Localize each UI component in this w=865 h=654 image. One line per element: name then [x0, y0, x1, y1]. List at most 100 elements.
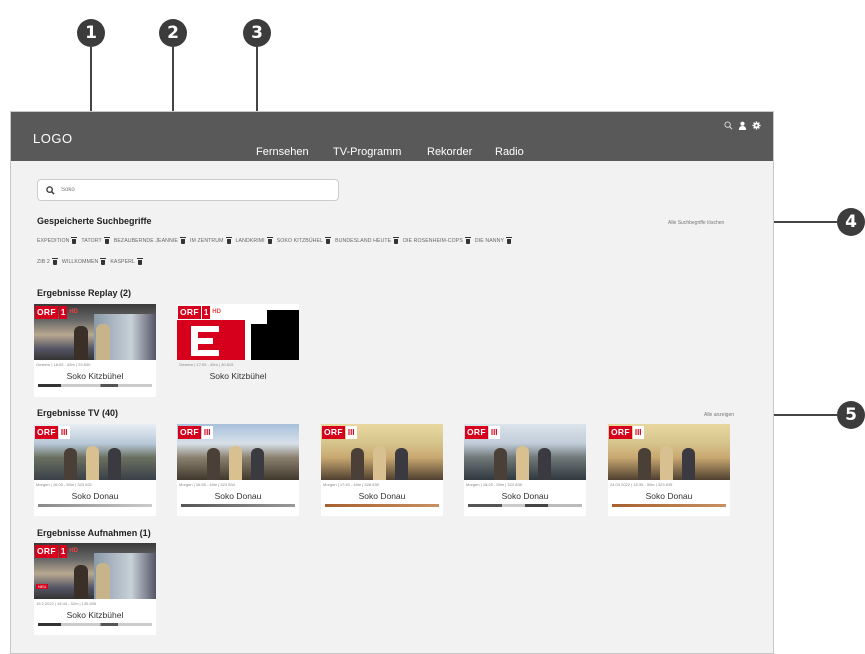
- saved-search-label: IM ZENTRUM: [189, 238, 224, 244]
- trash-icon[interactable]: [325, 237, 332, 244]
- saved-searches-row-2: ZIB 2 WILLKOMMEN KASPERL: [37, 258, 147, 265]
- tv-progress: [468, 504, 582, 507]
- saved-search-chip[interactable]: EXPEDITION: [37, 237, 78, 244]
- replay-meta: Gestern | 17:05 - 45m | 30 815: [179, 362, 234, 367]
- trash-icon[interactable]: [100, 258, 107, 265]
- tv-thumbnail: ORF III: [464, 424, 586, 480]
- user-icon[interactable]: [738, 121, 747, 130]
- top-header: LOGO Fernsehen TV-Programm Rekorder Radi…: [11, 112, 773, 161]
- saved-search-label: DIE ROSENHEIM-COPS: [403, 238, 463, 244]
- tv-meta: 24.03.2022 | 15:35 - 50m | 323 835: [610, 482, 673, 487]
- nav-radio[interactable]: Radio: [495, 146, 524, 158]
- saved-searches-heading: Gespeicherte Suchbegriffe: [37, 216, 152, 226]
- saved-search-chip[interactable]: ZIB 2: [37, 258, 58, 265]
- nav-tv-programm[interactable]: TV-Programm: [333, 146, 401, 158]
- clear-all-searches-link[interactable]: Alle Suchbegriffe löschen: [668, 220, 724, 226]
- saved-search-label: BUNDESLAND HEUTE: [335, 238, 392, 244]
- replay-thumbnail-placeholder: ORF 1 HD: [177, 304, 299, 360]
- recording-card[interactable]: ORF 1 HD NEU 19.2.2022 | 15:44 - 52m | 135…: [34, 543, 156, 635]
- replay-thumbnail: ORF 1 HD: [34, 304, 156, 360]
- tv-meta: Morgen | 16:55 - 45m | 323 834: [179, 482, 235, 487]
- saved-search-label: TATORT: [81, 238, 102, 244]
- saved-search-chip[interactable]: BEZAUBERNDE JEANNIE: [113, 237, 186, 244]
- saved-search-chip[interactable]: DIE NANNY: [474, 237, 513, 244]
- orf3-logo: ORF III: [35, 426, 70, 439]
- tv-result-card[interactable]: ORF III Morgen | 18:25 - 55m | 323 838 Soko…: [464, 424, 586, 516]
- trash-icon[interactable]: [225, 237, 232, 244]
- trash-icon[interactable]: [266, 237, 273, 244]
- header-icons: [724, 121, 761, 130]
- saved-search-label: KASPERL: [110, 259, 135, 265]
- recording-title: Soko Kitzbühel: [66, 610, 124, 620]
- tv-title: Soko Donau: [501, 491, 549, 501]
- tv-thumbnail: ORF III: [177, 424, 299, 480]
- app-window: LOGO Fernsehen TV-Programm Rekorder Radi…: [10, 111, 774, 654]
- search-icon: [46, 185, 55, 195]
- saved-search-label: EXPEDITION: [37, 238, 70, 244]
- replay-results-heading: Ergebnisse Replay (2): [37, 288, 132, 298]
- saved-search-chip[interactable]: BUNDESLAND HEUTE: [335, 237, 400, 244]
- replay-title: Soko Kitzbühel: [209, 371, 267, 381]
- tv-result-card[interactable]: ORF III Morgen | 16:55 - 45m | 323 834 Soko…: [177, 424, 299, 516]
- recordings-results-heading: Ergebnisse Aufnahmen (1): [37, 528, 151, 538]
- trash-icon[interactable]: [71, 237, 78, 244]
- trash-icon[interactable]: [179, 237, 186, 244]
- callout-1: 1: [77, 19, 105, 47]
- tv-meta: Morgen | 18:25 - 55m | 323 838: [466, 482, 522, 487]
- saved-search-chip[interactable]: IM ZENTRUM: [189, 237, 232, 244]
- replay-card[interactable]: ORF 1 HD Gestern | 17:05 - 45m | 30 815 So…: [177, 304, 299, 390]
- search-icon[interactable]: [724, 121, 733, 130]
- saved-search-label: WILLKOMMEN: [61, 259, 99, 265]
- nav-rekorder[interactable]: Rekorder: [427, 146, 472, 158]
- trash-icon[interactable]: [137, 258, 143, 265]
- saved-search-chip[interactable]: SOKO KITZBÜHEL: [276, 237, 332, 244]
- saved-search-chip[interactable]: TATORT: [81, 237, 110, 244]
- saved-search-chip[interactable]: WILLKOMMEN: [61, 258, 107, 265]
- trash-icon[interactable]: [464, 237, 471, 244]
- tv-title: Soko Donau: [71, 491, 119, 501]
- search-field[interactable]: [37, 179, 339, 201]
- callout-5: 5: [837, 401, 865, 429]
- saved-search-chip[interactable]: DIE ROSENHEIM-COPS: [403, 237, 471, 244]
- trash-icon[interactable]: [103, 237, 110, 244]
- logo[interactable]: LOGO: [33, 131, 73, 146]
- callout-4: 4: [837, 208, 865, 236]
- replay-card[interactable]: ORF 1 HD Gestern | 16:05 - 45m | 29 830 So…: [34, 304, 156, 397]
- gear-icon[interactable]: [752, 121, 761, 130]
- replay-title: Soko Kitzbühel: [66, 371, 124, 381]
- tv-thumbnail: ORF III: [321, 424, 443, 480]
- saved-search-label: SOKO KITZBÜHEL: [276, 238, 324, 244]
- show-all-tv-link[interactable]: Alle anzeigen: [704, 412, 734, 418]
- recording-thumbnail: ORF 1 HD NEU: [34, 543, 156, 599]
- orf3-logo: ORF III: [178, 426, 213, 439]
- new-badge: NEU: [36, 584, 49, 589]
- tv-thumbnail: ORF III: [608, 424, 730, 480]
- trash-icon[interactable]: [506, 237, 513, 244]
- callout-2: 2: [159, 19, 187, 47]
- saved-search-label: BEZAUBERNDE JEANNIE: [113, 238, 178, 244]
- tv-progress: [612, 504, 726, 507]
- trash-icon[interactable]: [51, 258, 58, 265]
- nav-fernsehen[interactable]: Fernsehen: [256, 146, 309, 158]
- saved-search-label: LANDKRIMI: [235, 238, 265, 244]
- tv-result-card[interactable]: ORF III 24.03.2022 | 15:35 - 50m | 323 835…: [608, 424, 730, 516]
- callout-3: 3: [243, 19, 271, 47]
- orf1-logo: ORF 1 HD: [178, 306, 221, 319]
- orf3-logo: ORF III: [609, 426, 644, 439]
- saved-search-chip[interactable]: LANDKRIMI: [235, 237, 273, 244]
- tv-progress: [38, 504, 152, 507]
- tv-meta: Morgen | 16:05 - 50m | 323 832: [36, 482, 92, 487]
- tv-result-card[interactable]: ORF III Morgen | 16:05 - 50m | 323 832 Soko…: [34, 424, 156, 516]
- replay-progress: [38, 384, 152, 387]
- trash-icon[interactable]: [393, 237, 400, 244]
- saved-search-chip[interactable]: KASPERL: [110, 258, 143, 265]
- tv-progress: [325, 504, 439, 507]
- tv-title: Soko Donau: [645, 491, 693, 501]
- orf1-logo: ORF 1 HD: [35, 306, 78, 319]
- orf3-logo: ORF III: [322, 426, 357, 439]
- tv-result-card[interactable]: ORF III Morgen | 17:40 - 45m | 328 835 Soko…: [321, 424, 443, 516]
- search-input[interactable]: [61, 187, 311, 193]
- saved-search-label: DIE NANNY: [474, 238, 505, 244]
- orf1-logo: ORF 1 HD: [35, 545, 78, 558]
- saved-search-label: ZIB 2: [37, 259, 50, 265]
